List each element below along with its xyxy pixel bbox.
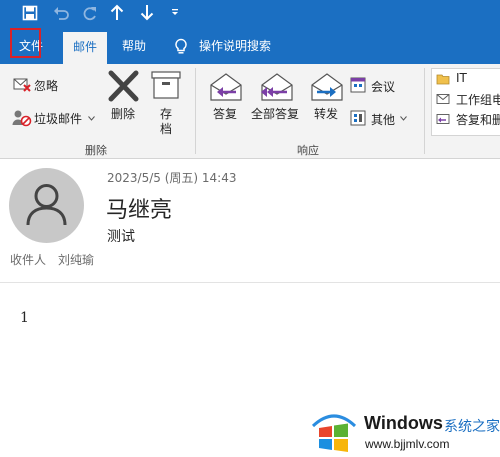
reply-delete-icon [436, 114, 450, 124]
junk-mail-button[interactable]: 垃圾邮件 [34, 110, 82, 127]
sender-name[interactable]: 马继亮 [106, 192, 172, 224]
reply-all-icon [261, 73, 293, 101]
watermark: Windows 系统之家 www.bjjmlv.com [308, 404, 500, 457]
person-icon [26, 184, 67, 226]
forward-button[interactable]: 转发 [314, 105, 338, 122]
chevron-down-icon[interactable] [88, 116, 95, 121]
archive-label-line2[interactable]: 档 [160, 120, 172, 137]
save-icon[interactable] [22, 5, 38, 21]
quick-step-reply-delete[interactable]: 答复和删 [456, 111, 500, 128]
redo-icon[interactable] [82, 5, 98, 21]
quick-access-toolbar [0, 0, 500, 26]
ribbon-tabs: 文件 邮件 帮助 操作说明搜索 [0, 26, 500, 64]
junk-mail-icon [12, 110, 32, 127]
watermark-url: www.bjjmlv.com [365, 437, 450, 451]
archive-icon [151, 71, 181, 99]
undo-icon[interactable] [53, 5, 69, 21]
group-divider [424, 68, 425, 154]
meeting-icon [350, 77, 366, 93]
forward-icon [311, 73, 343, 101]
delete-group-label: 删除 [85, 144, 107, 157]
email-icon [436, 94, 450, 104]
subject: 测试 [107, 229, 135, 245]
tab-mail[interactable]: 邮件 [63, 32, 108, 64]
reply-button[interactable]: 答复 [213, 105, 237, 122]
quick-steps-gallery: IT 工作组电 答复和删 [431, 68, 500, 136]
sent-date: 2023/5/5 (周五) 14:43 [107, 171, 237, 185]
watermark-site-name: 系统之家 [444, 419, 500, 435]
more-respond-button[interactable]: 其他 [371, 111, 395, 128]
arrow-down-icon[interactable] [140, 4, 154, 21]
ignore-icon [13, 78, 31, 92]
customize-icon[interactable] [171, 8, 179, 16]
watermark-brand: Windows [364, 413, 443, 433]
tab-help[interactable]: 帮助 [122, 26, 146, 64]
delete-icon [108, 70, 139, 102]
to-label: 收件人 [10, 253, 47, 267]
group-divider [195, 68, 196, 154]
quick-step-team-email[interactable]: 工作组电 [456, 91, 500, 108]
quick-step-it[interactable]: IT [456, 71, 467, 85]
avatar [9, 168, 84, 243]
chevron-down-icon[interactable] [400, 116, 407, 121]
header-divider [0, 282, 500, 283]
more-respond-icon [350, 110, 366, 126]
reply-all-button[interactable]: 全部答复 [251, 105, 299, 122]
recipient-name[interactable]: 刘纯瑜 [58, 251, 94, 268]
tell-me-search[interactable]: 操作说明搜索 [199, 26, 271, 64]
message-body[interactable]: 1 [20, 310, 29, 326]
reply-icon [210, 73, 242, 101]
folder-icon [436, 74, 450, 85]
meeting-button[interactable]: 会议 [371, 78, 395, 95]
delete-button[interactable]: 删除 [111, 105, 135, 122]
file-tab-highlight [10, 28, 41, 58]
respond-group-label: 响应 [297, 144, 319, 157]
arrow-up-icon[interactable] [110, 4, 124, 21]
ignore-button[interactable]: 忽略 [34, 77, 58, 94]
lightbulb-icon [175, 38, 187, 54]
windows-logo-icon [311, 414, 357, 452]
ribbon: 忽略 垃圾邮件 删除 存 档 删除 答复 全部答复 转发 会议 其他 响应 IT… [0, 64, 500, 159]
